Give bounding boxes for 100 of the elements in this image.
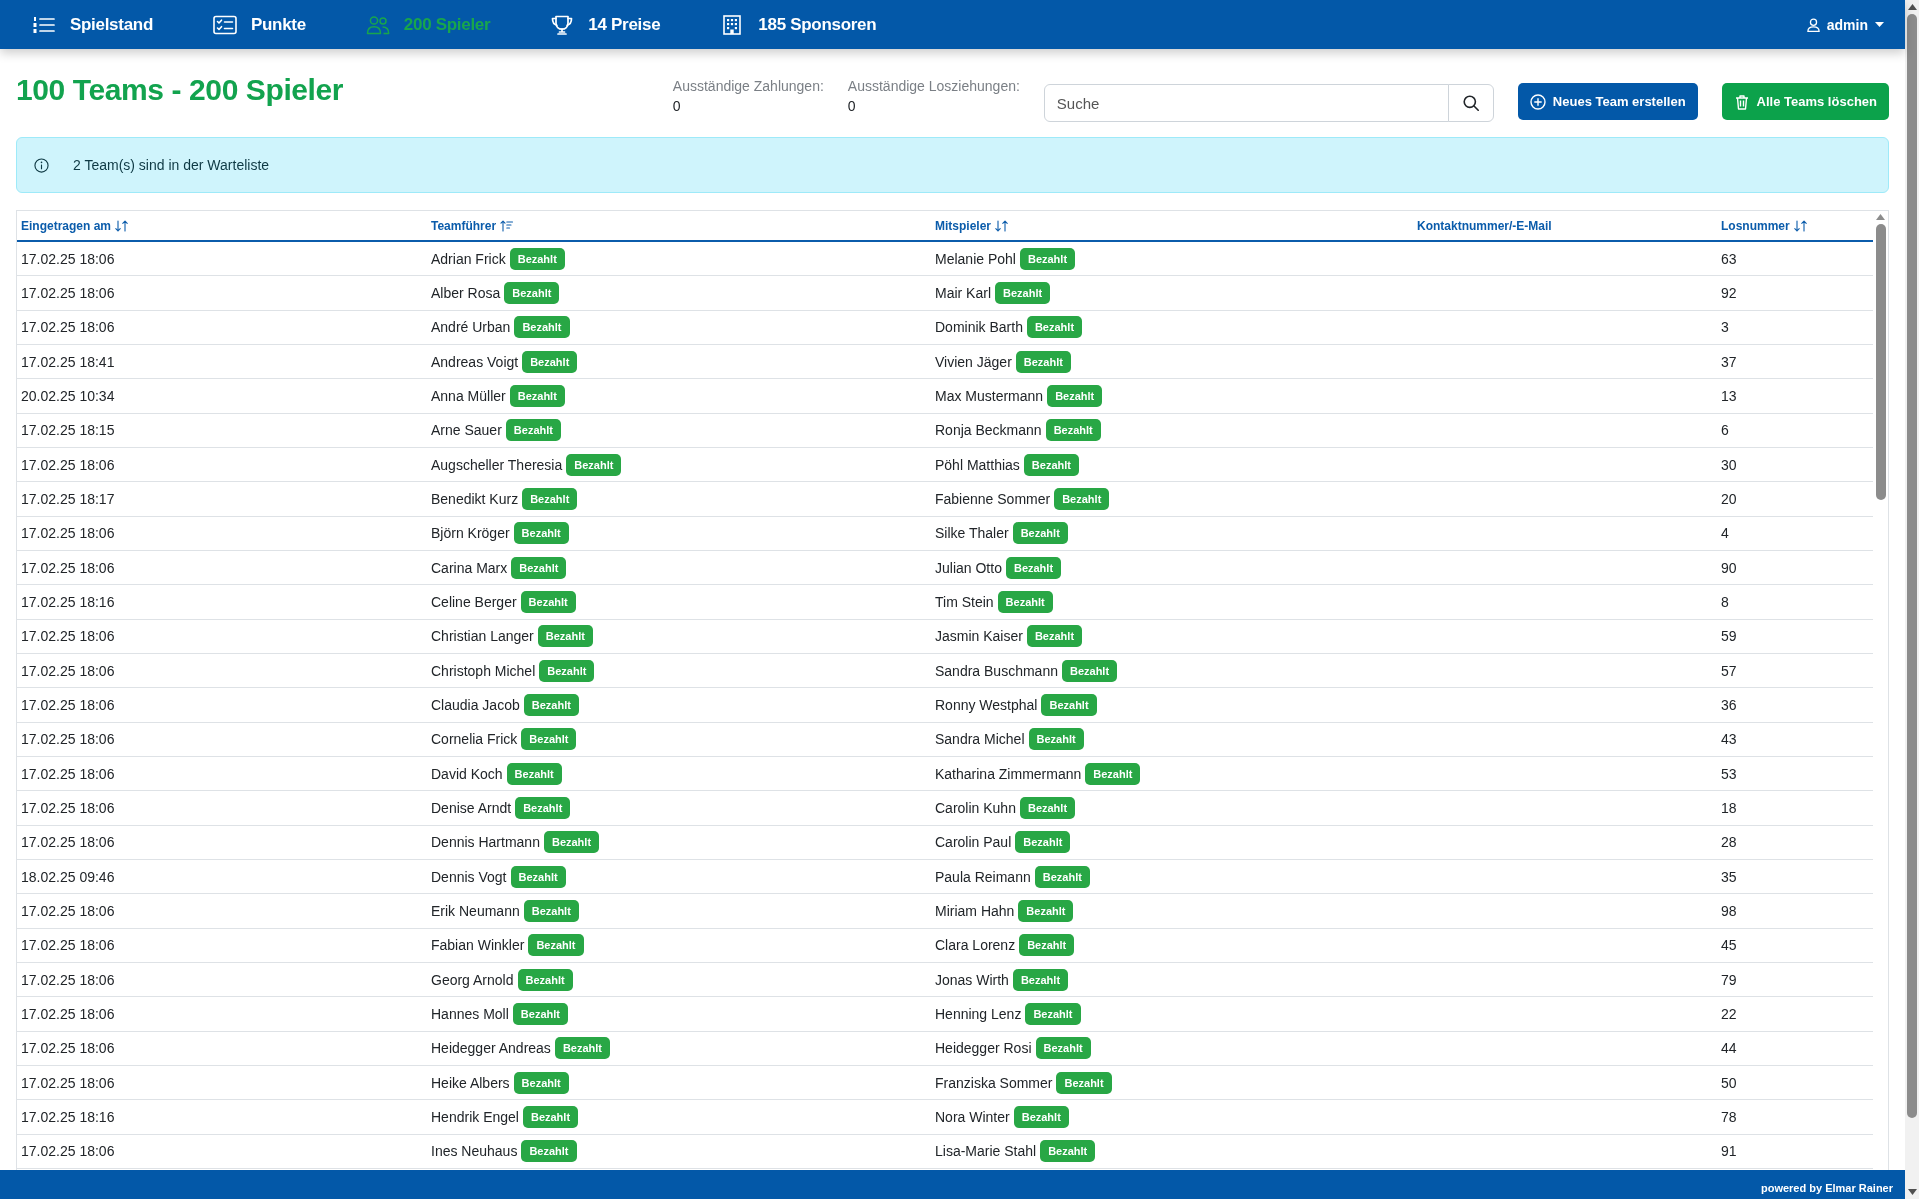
search-field[interactable]: Suche xyxy=(1043,84,1449,122)
team-leader-name: Benedikt Kurz xyxy=(431,490,519,507)
teammate-name: Jonas Wirth xyxy=(935,971,1009,988)
lot-number: 91 xyxy=(1721,1143,1737,1160)
teammate-name: Vivien Jäger xyxy=(935,353,1012,370)
teammate-name: Heidegger Rosi xyxy=(935,1040,1032,1057)
registration-date: 18.02.25 09:46 xyxy=(21,868,115,885)
registration-date: 17.02.25 18:06 xyxy=(21,971,115,988)
lot-number: 4 xyxy=(1721,525,1729,542)
payment-status-badge: Bezahlt xyxy=(1047,384,1103,407)
team-leader-name: Heidegger Andreas xyxy=(431,1040,551,1057)
team-leader-name: Christoph Michel xyxy=(431,662,536,679)
scroll-up-icon[interactable] xyxy=(1876,214,1885,220)
registration-date: 17.02.25 18:06 xyxy=(21,662,115,679)
lot-number: 28 xyxy=(1721,834,1737,851)
registration-date: 17.02.25 18:06 xyxy=(21,559,115,576)
payment-status-badge: Bezahlt xyxy=(995,282,1051,304)
teammate-name: Mair Karl xyxy=(935,285,991,301)
lot-number: 13 xyxy=(1721,387,1737,404)
lot-number: 90 xyxy=(1721,559,1737,576)
teammate-name: Katharina Zimmermann xyxy=(935,765,1082,782)
teammate-name: Julian Otto xyxy=(935,559,1002,576)
payment-status-badge: Bezahlt xyxy=(1013,1105,1069,1128)
column-header[interactable]: Teamführer xyxy=(431,218,514,233)
sort-arrows-icon xyxy=(1793,219,1807,232)
payment-status-badge: Bezahlt xyxy=(537,625,593,648)
checklist-icon xyxy=(212,14,237,35)
payment-status-badge: Bezahlt xyxy=(515,796,571,819)
search-button[interactable] xyxy=(1447,84,1494,122)
team-leader-name: Andreas Voigt xyxy=(431,353,519,370)
payment-status-badge: Bezahlt xyxy=(1028,728,1084,751)
team-leader-name: Georg Arnold xyxy=(431,971,514,988)
stat-value: 0 xyxy=(672,97,681,116)
payment-status-badge: Bezahlt xyxy=(1056,1071,1112,1094)
teammate-name: Miriam Hahn xyxy=(935,902,1015,919)
trash-icon xyxy=(1733,93,1750,110)
registration-date: 17.02.25 18:06 xyxy=(21,1074,115,1091)
trophy-icon xyxy=(550,14,575,35)
lot-number: 22 xyxy=(1721,1005,1737,1022)
lot-number: 43 xyxy=(1721,731,1737,748)
lot-number: 35 xyxy=(1721,868,1737,885)
payment-status-badge: Bezahlt xyxy=(1019,934,1075,957)
scrollbar-thumb[interactable] xyxy=(1907,14,1917,1118)
team-leader-name: Hannes Moll xyxy=(431,1005,509,1022)
lot-number: 78 xyxy=(1721,1108,1737,1125)
user-menu-button[interactable]: admin xyxy=(1806,12,1884,37)
lot-number: 6 xyxy=(1721,422,1729,439)
registration-date: 17.02.25 18:16 xyxy=(21,1108,115,1125)
registration-date: 17.02.25 18:06 xyxy=(21,834,115,851)
column-header[interactable]: Eingetragen am xyxy=(21,218,129,233)
payment-status-badge: Bezahlt xyxy=(522,1105,579,1128)
scrollbar-thumb[interactable] xyxy=(1875,224,1886,500)
scroll-down-icon[interactable] xyxy=(1907,1189,1917,1195)
sort-arrows-icon xyxy=(115,219,129,232)
teammate-name: Ronja Beckmann xyxy=(935,422,1042,439)
page-scrollbar[interactable] xyxy=(1905,0,1919,1199)
numbered-list-icon xyxy=(32,14,56,35)
scroll-up-icon[interactable] xyxy=(1907,4,1917,10)
team-leader-name: Fabian Winkler xyxy=(431,937,525,954)
new-team-button[interactable]: Neues Team erstellen xyxy=(1517,83,1698,120)
team-leader-name: Adrian Frick xyxy=(431,250,506,267)
payment-status-badge: Bezahlt xyxy=(1015,831,1071,854)
teammate-name: Jasmin Kaiser xyxy=(935,628,1023,645)
payment-status-badge: Bezahlt xyxy=(523,693,579,716)
team-leader-name: Dennis Hartmann xyxy=(431,834,540,851)
payment-status-badge: Bezahlt xyxy=(528,934,584,957)
lot-number: 92 xyxy=(1721,285,1737,301)
payment-status-badge: Bezahlt xyxy=(1035,1037,1091,1060)
payment-status-badge: Bezahlt xyxy=(1041,693,1097,716)
team-leader-name: Ines Neuhaus xyxy=(431,1143,518,1160)
sort-ascending-icon xyxy=(500,219,514,232)
nav-link[interactable]: 14 Preise xyxy=(520,0,691,49)
teammate-name: Dominik Barth xyxy=(935,319,1023,336)
teammate-name: Tim Stein xyxy=(935,593,994,610)
nav-link[interactable]: Punkte xyxy=(182,0,336,49)
payment-status-badge: Bezahlt xyxy=(522,487,578,510)
payment-status-badge: Bezahlt xyxy=(566,453,622,476)
lot-number: 37 xyxy=(1721,353,1737,370)
team-leader-name: Dennis Vogt xyxy=(431,868,507,885)
lot-number: 45 xyxy=(1721,937,1737,954)
column-header[interactable]: Mitspieler xyxy=(935,218,1008,233)
column-header[interactable]: Losnummer xyxy=(1721,218,1807,233)
registration-date: 17.02.25 18:06 xyxy=(21,696,115,713)
teammate-name: Sandra Michel xyxy=(935,731,1025,748)
lot-number: 79 xyxy=(1721,971,1737,988)
lot-number: 63 xyxy=(1721,250,1737,267)
payment-status-badge: Bezahlt xyxy=(1061,659,1118,682)
lot-number: 18 xyxy=(1721,799,1737,816)
registration-date: 17.02.25 18:06 xyxy=(21,765,115,782)
payment-status-badge: Bezahlt xyxy=(513,1071,569,1094)
team-leader-name: Carina Marx xyxy=(431,559,508,576)
nav-link[interactable]: Spielstand xyxy=(2,0,183,49)
lot-number: 59 xyxy=(1721,628,1737,645)
payment-status-badge: Bezahlt xyxy=(509,247,565,270)
stat-label: Ausständige Losziehungen: xyxy=(847,77,1020,96)
lot-number: 53 xyxy=(1721,765,1737,782)
lot-number: 20 xyxy=(1721,490,1737,507)
column-header: Kontaktnummer/-E-Mail xyxy=(1417,218,1552,233)
teammate-name: Henning Lenz xyxy=(935,1005,1022,1022)
nav-link[interactable]: 185 Sponsoren xyxy=(690,0,907,49)
